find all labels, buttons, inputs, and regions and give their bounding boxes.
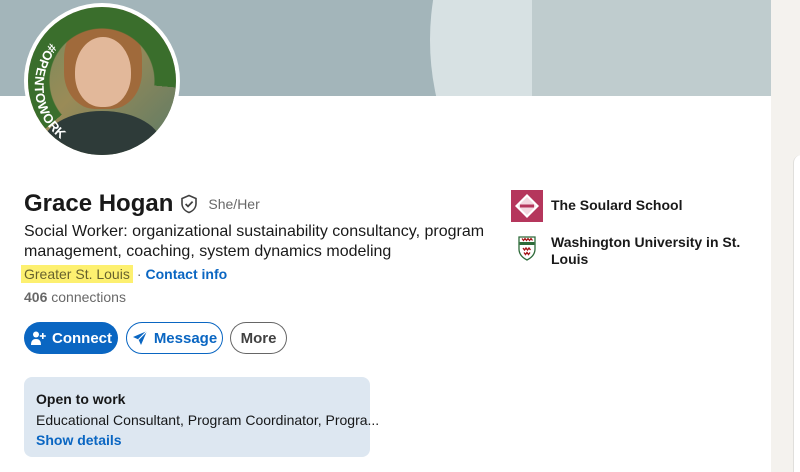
school-name: Washington University in St. Louis bbox=[551, 234, 741, 267]
washu-logo bbox=[511, 232, 543, 264]
contact-info-link[interactable]: Contact info bbox=[146, 266, 228, 282]
name-row: Grace Hogan She/Her bbox=[24, 188, 260, 220]
education-item[interactable]: Washington University in St. Louis bbox=[511, 232, 741, 268]
profile-photo: #OPENTOWORK bbox=[28, 7, 176, 155]
open-to-work-badge: #OPENTOWORK bbox=[32, 41, 70, 142]
connections-label: connections bbox=[51, 289, 126, 305]
verified-shield-icon[interactable] bbox=[179, 194, 199, 214]
profile-name: Grace Hogan bbox=[24, 190, 174, 217]
open-to-work-card[interactable]: Open to work Educational Consultant, Pro… bbox=[24, 377, 380, 457]
send-icon bbox=[132, 330, 148, 346]
open-to-work-roles: Educational Consultant, Program Coordina… bbox=[36, 412, 380, 428]
connections-count[interactable]: 406 connections bbox=[24, 289, 126, 305]
school-name: The Soulard School bbox=[551, 197, 683, 213]
pronouns: She/Her bbox=[208, 196, 260, 212]
side-panel-edge bbox=[793, 155, 800, 472]
connect-button[interactable]: Connect bbox=[24, 322, 118, 354]
soulard-school-logo bbox=[511, 190, 543, 222]
more-label: More bbox=[240, 329, 277, 347]
open-to-work-title: Open to work bbox=[36, 391, 126, 407]
avatar-badge-text: #OPENTOWORK bbox=[32, 41, 70, 142]
banner-shape bbox=[532, 0, 771, 96]
message-label: Message bbox=[153, 329, 218, 347]
message-button[interactable]: Message bbox=[126, 322, 223, 354]
separator: · bbox=[136, 266, 142, 282]
education-item[interactable]: The Soulard School bbox=[511, 190, 741, 222]
person-add-icon bbox=[30, 330, 46, 346]
profile-card: #OPENTOWORK Grace Hogan She/Her Social W… bbox=[0, 0, 771, 472]
show-details-link[interactable]: Show details bbox=[36, 432, 358, 448]
profile-location: Greater St. Louis bbox=[21, 265, 133, 283]
avatar[interactable]: #OPENTOWORK bbox=[24, 3, 180, 159]
connections-number: 406 bbox=[24, 289, 48, 305]
profile-headline: Social Worker: organizational sustainabi… bbox=[24, 223, 485, 260]
connect-label: Connect bbox=[52, 329, 112, 347]
location-row: Greater St. Louis · Contact info bbox=[21, 264, 228, 284]
more-button[interactable]: More bbox=[230, 322, 287, 354]
